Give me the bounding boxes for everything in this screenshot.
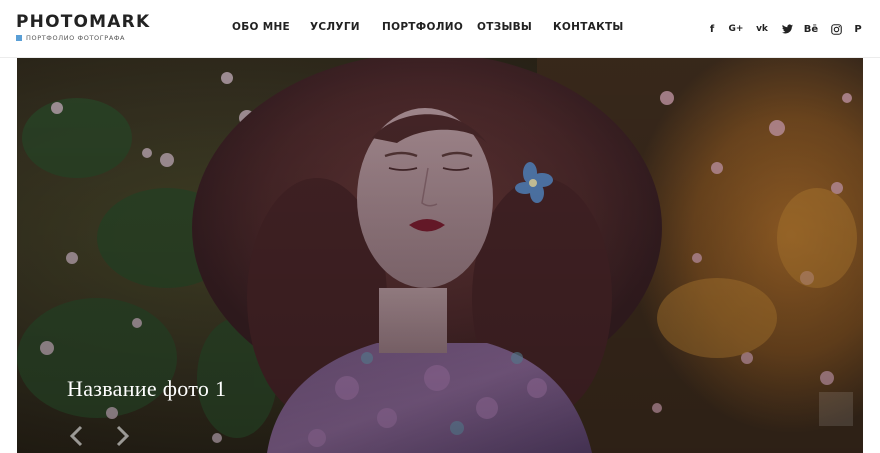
chevron-left-icon (69, 425, 83, 447)
slider-next-button[interactable] (114, 424, 132, 448)
slide-caption: Название фото 1 (67, 376, 227, 401)
social-links: f G+ vk Bē P (0, 21, 880, 37)
pinterest-icon[interactable]: P (852, 21, 864, 37)
slider-prev-button[interactable] (67, 424, 85, 448)
behance-icon[interactable]: Bē (803, 21, 819, 37)
chevron-right-icon (116, 425, 130, 447)
scroll-to-top-button[interactable] (819, 392, 853, 426)
instagram-glyph-icon (830, 23, 842, 35)
twitter-bird-icon (781, 24, 793, 34)
facebook-icon[interactable]: f (706, 21, 718, 37)
hero-slider[interactable]: Название фото 1 (17, 58, 863, 453)
twitter-icon[interactable] (780, 21, 794, 37)
vk-icon[interactable]: vk (754, 21, 770, 37)
instagram-icon[interactable] (829, 21, 843, 37)
google-plus-icon[interactable]: G+ (727, 21, 745, 37)
site-header: PHOTOMARK ПОРТФОЛИО ФОТОГРАФА ОБО МНЕ УС… (0, 0, 880, 58)
